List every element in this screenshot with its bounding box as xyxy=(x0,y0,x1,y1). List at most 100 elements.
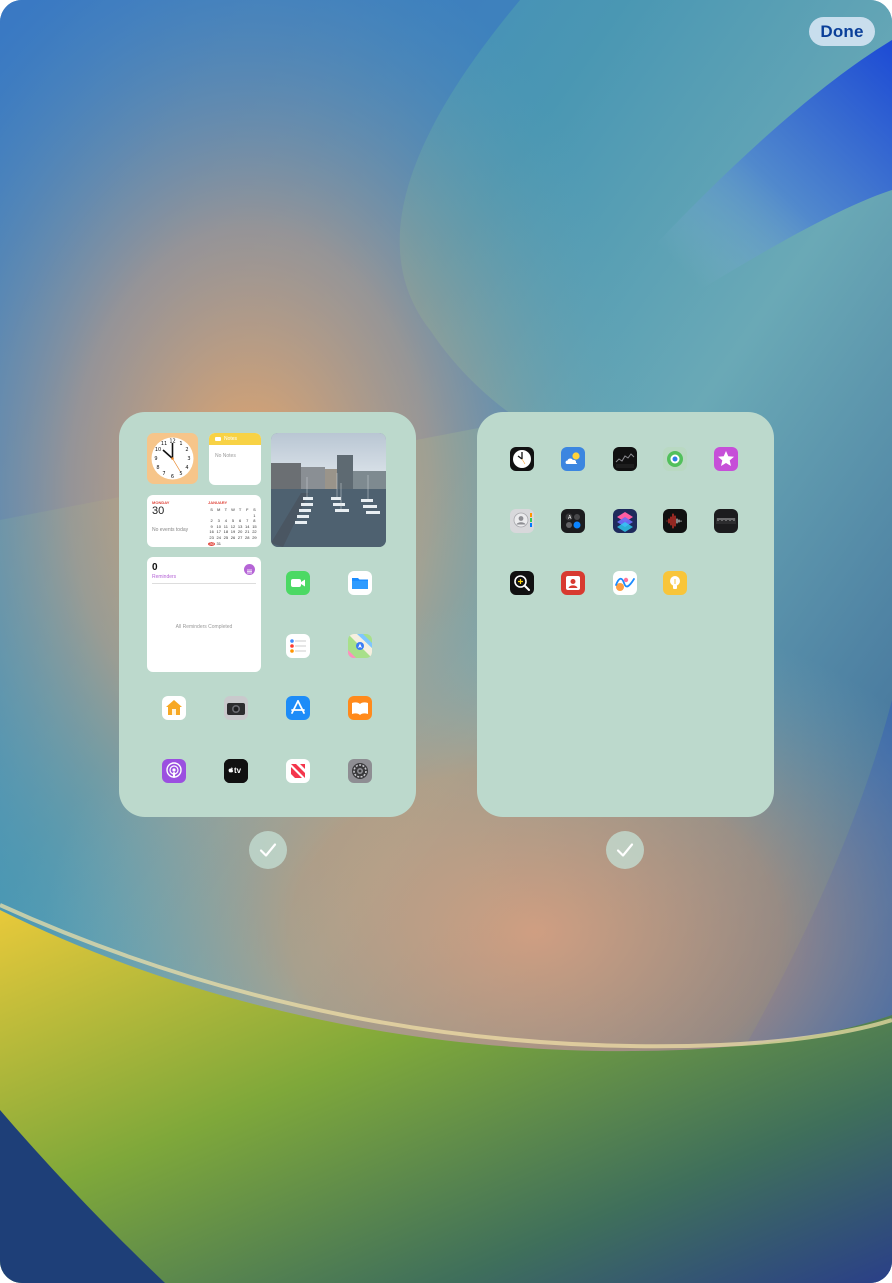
calendar-grid: S M T W T F S 1 2 3 4 5 6 7 8 9 10 11 12 13 14 15 16 17 18 19 20 21… xyxy=(208,508,258,546)
calendar-date: 3 xyxy=(217,518,220,524)
calendar-weekday-initial: T xyxy=(238,507,242,512)
home-page-1-thumbnail[interactable]: 12 1 2 345 678 9 10 11 Notes No Notes MO… xyxy=(119,412,416,817)
measure-icon[interactable] xyxy=(714,509,738,533)
svg-text:6: 6 xyxy=(171,474,174,480)
calendar-date: 11 xyxy=(223,523,228,529)
calendar-date: 25 xyxy=(223,534,229,540)
calendar-date: 9 xyxy=(210,523,213,529)
calendar-month: JANUARY xyxy=(208,500,228,505)
reminders-title: Reminders xyxy=(152,574,177,580)
notes-widget: Notes No Notes xyxy=(209,433,261,485)
facetime-icon[interactable] xyxy=(286,571,310,595)
calendar-date: 1 xyxy=(253,512,256,518)
podcasts-icon[interactable] xyxy=(162,759,186,783)
calendar-date: 24 xyxy=(216,534,221,540)
news-icon[interactable] xyxy=(286,759,310,783)
calendar-date: 4 xyxy=(224,518,227,524)
svg-text:1: 1 xyxy=(179,441,182,447)
calendar-date: 13 xyxy=(237,523,243,529)
app-store-icon[interactable] xyxy=(286,696,310,720)
calendar-date: 21 xyxy=(245,529,250,535)
maps-icon[interactable] xyxy=(348,634,372,658)
notes-title: Notes xyxy=(224,436,238,442)
calendar-date: 14 xyxy=(245,523,250,529)
calendar-date: 30 xyxy=(208,540,216,546)
svg-text:11: 11 xyxy=(161,441,167,447)
calendar-date xyxy=(222,514,229,518)
reminders-widget: 0 Reminders All Reminders Completed xyxy=(147,557,261,672)
home-page-2-thumbnail[interactable]: A xyxy=(477,412,774,817)
calendar-no-events: No events today xyxy=(152,527,189,533)
calendar-date xyxy=(237,514,244,518)
photo-booth-icon[interactable] xyxy=(561,571,585,595)
calendar-date: 28 xyxy=(245,534,250,540)
calendar-date: 22 xyxy=(252,529,257,535)
stocks-icon[interactable] xyxy=(613,447,637,471)
contacts-icon[interactable] xyxy=(510,509,534,533)
calendar-date: 10 xyxy=(216,523,221,529)
files-icon[interactable] xyxy=(348,571,372,595)
reminders-status: All Reminders Completed xyxy=(175,624,233,630)
calendar-date xyxy=(208,514,215,518)
calendar-date: 15 xyxy=(252,523,257,529)
magnifier-icon[interactable] xyxy=(510,571,534,595)
calendar-date xyxy=(244,514,251,518)
page-2-visible-checkbox[interactable] xyxy=(606,831,644,869)
calendar-date: 5 xyxy=(231,518,235,524)
calendar-date: 2 xyxy=(210,518,213,524)
calendar-weekday-initial: S xyxy=(253,507,256,512)
checkmark-icon xyxy=(259,843,277,857)
checkmark-icon xyxy=(616,843,634,857)
notes-header: Notes xyxy=(209,433,261,445)
svg-text:5: 5 xyxy=(179,471,182,477)
itunes-store-icon[interactable] xyxy=(714,447,738,471)
svg-text:3: 3 xyxy=(187,456,190,462)
calendar-date: 17 xyxy=(216,529,221,535)
calendar-date: 29 xyxy=(252,534,257,540)
weather-icon[interactable] xyxy=(561,447,585,471)
calendar-date xyxy=(229,514,236,518)
photos-widget xyxy=(271,433,386,547)
svg-text:A: A xyxy=(568,515,572,521)
clock-face-icon: 12 12 345 678 91011 xyxy=(151,437,194,480)
utilities-folder-icon[interactable]: A xyxy=(561,509,585,533)
camera-icon[interactable] xyxy=(224,696,248,720)
reminders-divider xyxy=(152,583,256,584)
calendar-weekday-initial: W xyxy=(231,507,235,512)
calendar-date: 26 xyxy=(230,534,236,540)
reminders-count: 0 xyxy=(152,562,158,573)
reminders-icon[interactable] xyxy=(286,634,310,658)
tips-icon[interactable] xyxy=(663,571,687,595)
freeform-icon[interactable] xyxy=(613,571,637,595)
settings-icon[interactable] xyxy=(348,759,372,783)
notes-empty-text: No Notes xyxy=(215,453,236,459)
clock-icon[interactable] xyxy=(510,447,534,471)
calendar-date: 6 xyxy=(239,518,242,524)
home-screen-edit-pages: Done 12 1 2 345 678 9 10 11 Notes No Not… xyxy=(0,0,892,1283)
calendar-date: 18 xyxy=(223,529,229,535)
svg-text:2: 2 xyxy=(185,447,188,453)
calendar-day: 30 xyxy=(152,505,165,517)
calendar-date: 16 xyxy=(209,529,214,535)
calendar-widget: MONDAY 30 No events today JANUARY SMTWTF… xyxy=(147,495,261,547)
shortcuts-icon[interactable] xyxy=(613,509,637,533)
find-my-icon[interactable] xyxy=(663,447,687,471)
clock-widget: 12 1 2 345 678 9 10 11 xyxy=(147,433,198,484)
done-button[interactable]: Done xyxy=(809,17,875,46)
books-icon[interactable] xyxy=(348,696,372,720)
home-icon[interactable] xyxy=(162,696,186,720)
calendar-date: 19 xyxy=(230,529,236,535)
harbor-photo xyxy=(271,433,386,547)
apple-tv-label: tv xyxy=(234,766,242,775)
page-1-visible-checkbox[interactable] xyxy=(249,831,287,869)
apple-tv-icon[interactable]: tv xyxy=(224,759,248,783)
svg-text:10: 10 xyxy=(155,447,161,453)
calendar-date: 12 xyxy=(230,523,236,529)
voice-memos-icon[interactable] xyxy=(663,509,687,533)
calendar-weekday-initial: F xyxy=(246,507,249,512)
calendar-date: 8 xyxy=(253,518,256,524)
calendar-date: 31 xyxy=(216,540,221,546)
svg-text:4: 4 xyxy=(185,465,188,471)
calendar-date: 7 xyxy=(246,518,249,524)
svg-text:7: 7 xyxy=(162,471,165,477)
